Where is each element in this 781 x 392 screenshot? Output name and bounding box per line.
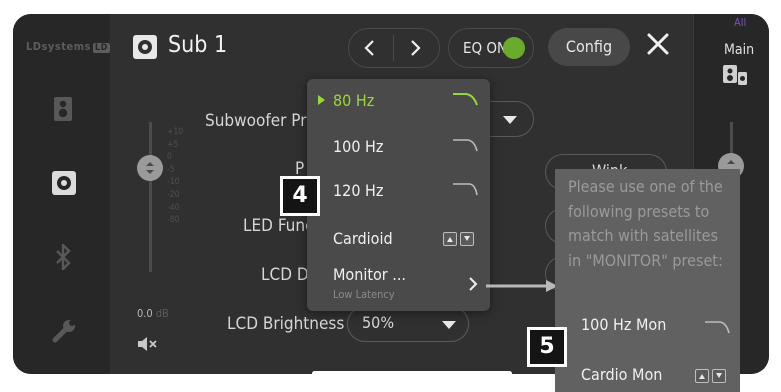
bluetooth-icon[interactable] (51, 242, 75, 272)
subwoofer-preset-label: Subwoofer Pre (205, 111, 316, 131)
submenu-info-text: Please use one of the following presets … (568, 177, 723, 270)
speaker-pair-icon (722, 64, 748, 90)
submenu-item-cardio-mon[interactable]: Cardio Mon (581, 365, 662, 384)
main-label: Main (724, 42, 755, 58)
callout-badge: 4 (280, 176, 320, 216)
brand-logo: LDsystems LD (26, 40, 110, 53)
preset-dropdown-menu: 80 Hz 100 Hz 120 Hz Cardioid Monitor ...… (307, 79, 490, 311)
fader-scale: +10 +5 0 -5 -10 -20 -40 -80 (167, 127, 184, 226)
config-label: Config (565, 37, 613, 56)
lcd-display-label: LCD Di (261, 265, 313, 285)
dropdown-item-100hz[interactable]: 100 Hz (307, 125, 490, 169)
close-button[interactable] (646, 32, 672, 58)
chevron-left-icon (364, 40, 374, 56)
chevron-right-icon (411, 40, 421, 56)
sidebar: LDsystems LD (13, 14, 110, 374)
config-button[interactable]: Config (548, 28, 630, 66)
dropdown-item-120hz[interactable]: 120 Hz (307, 169, 490, 213)
dropdown-item-monitor[interactable]: Monitor ... Low Latency (307, 261, 490, 305)
eq-toggle-button[interactable]: EQ ON (448, 28, 534, 68)
eq-status-indicator (503, 37, 525, 59)
lcd-brightness-select[interactable]: 50% (347, 306, 469, 342)
eq-label: EQ ON (463, 39, 508, 57)
wrench-icon[interactable] (51, 318, 75, 343)
nav-arrows (348, 28, 440, 68)
cardioid-icon (443, 231, 477, 250)
speaker-muted-icon (138, 337, 157, 351)
fader-knob[interactable] (137, 155, 163, 181)
dropdown-item-80hz[interactable]: 80 Hz (307, 79, 490, 123)
pointer-arrow (486, 280, 558, 292)
monitor-preset-submenu: Please use one of the following presets … (555, 169, 740, 392)
callout-badge: 5 (527, 327, 567, 367)
chevron-down-icon (503, 116, 517, 124)
subwoofer-icon[interactable] (51, 170, 76, 195)
highpass-curve-icon (453, 93, 478, 106)
cardioid-icon (695, 368, 729, 387)
all-label[interactable]: All (734, 16, 746, 29)
fader-db-readout: 0.0 dB (137, 307, 169, 320)
page-title: Sub 1 (168, 32, 228, 58)
home-indicator (312, 371, 512, 374)
header-bar: Sub 1 EQ ON Config (110, 14, 705, 76)
fader-track (149, 122, 152, 272)
speaker-icon[interactable] (51, 96, 75, 121)
chevron-right-icon (469, 277, 478, 291)
dropdown-item-cardioid[interactable]: Cardioid (307, 217, 490, 261)
submenu-item-100hz-mon[interactable]: 100 Hz Mon (581, 315, 666, 334)
volume-fader[interactable]: +10 +5 0 -5 -10 -20 -40 -80 (135, 122, 183, 322)
mute-button[interactable] (137, 336, 159, 352)
highpass-curve-icon (453, 139, 478, 152)
led-function-label: LED Func (243, 216, 314, 236)
highpass-curve-icon (453, 183, 478, 196)
previous-button[interactable] (349, 29, 394, 67)
highpass-curve-icon (705, 321, 730, 334)
lcd-brightness-label: LCD Brightness (227, 314, 345, 334)
chevron-down-icon (442, 321, 456, 329)
close-icon (647, 33, 669, 55)
next-button[interactable] (394, 29, 439, 67)
subwoofer-icon (132, 34, 158, 60)
selected-check-icon (318, 95, 325, 105)
